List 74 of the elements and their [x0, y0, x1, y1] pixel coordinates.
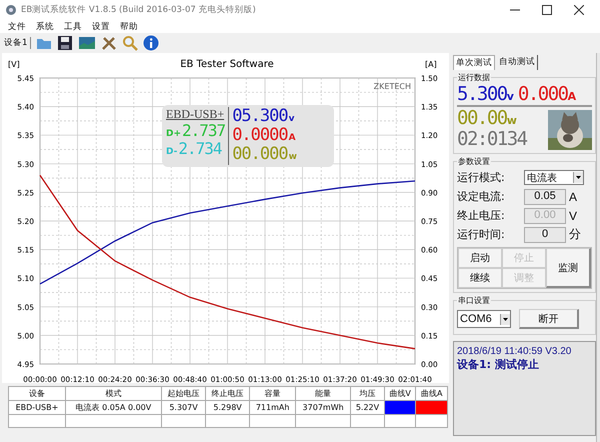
caret-icon — [500, 314, 510, 324]
image-icon[interactable] — [78, 35, 96, 51]
tools-icon[interactable] — [101, 35, 118, 51]
column-header: 设备 — [8, 386, 66, 400]
status-message: 设备1: 测试停止 — [457, 357, 540, 372]
status-line: 2018/6/19 11:40:59 V3.20 — [457, 346, 572, 357]
app-icon — [5, 4, 17, 16]
table-cell: 3707mWh — [296, 400, 351, 414]
column-header: 模式 — [65, 386, 162, 400]
menu-item[interactable]: 文件 — [8, 20, 26, 32]
unit-label: V — [569, 208, 578, 222]
device-label: 设备1 — [4, 37, 32, 49]
axis-unit: [V] — [8, 60, 20, 69]
device-name: EBD-USB+ — [166, 107, 226, 122]
unit-label: A — [568, 90, 576, 103]
tab[interactable]: 单次测试 — [453, 55, 495, 70]
dminus-label: D- — [166, 147, 178, 157]
control-button[interactable]: 继续 — [458, 268, 502, 288]
table-cell: 5.22V — [350, 400, 384, 414]
power-reading: 00.000 — [232, 145, 288, 164]
monitor-button[interactable]: 监测 — [546, 248, 591, 288]
unit-label: A — [569, 190, 578, 204]
unit-label: 分 — [569, 226, 581, 243]
unit-label: A — [288, 133, 296, 143]
menu-item[interactable]: 帮助 — [120, 20, 138, 32]
dplus-label: D+ — [166, 129, 182, 139]
unit-label: v — [506, 90, 514, 103]
port-dropdown[interactable]: COM6 — [457, 310, 511, 328]
caret-icon — [573, 172, 583, 183]
unit-label: w — [288, 152, 297, 162]
field-label: 设定电流: — [457, 189, 506, 204]
dplus-reading: 2.737 — [182, 122, 226, 140]
column-header: 均压 — [350, 386, 384, 400]
unit-label: v — [288, 114, 294, 124]
menu-item[interactable]: 工具 — [64, 20, 82, 32]
field-label: 运行模式: — [457, 170, 506, 185]
group-title: 串口设置 — [457, 295, 491, 306]
window-title: EB测试系统软件 V1.8.5 (Build 2016-03-07 充电头特别版) — [21, 4, 256, 16]
dminus-reading: 2.734 — [178, 140, 222, 158]
table-cell: EBD-USB+ — [8, 400, 66, 414]
group-title: 参数设置 — [457, 156, 491, 167]
input-field[interactable]: 0.05 — [524, 188, 566, 204]
table-cell: 电流表 0.05A 0.00V — [65, 400, 162, 414]
chart-title: EB Tester Software — [180, 59, 274, 70]
voltage-reading: 05.300 — [232, 107, 288, 126]
current-reading: 0.0000 — [232, 126, 288, 145]
maximize-icon[interactable] — [542, 5, 552, 15]
group-title: 运行数据 — [457, 72, 491, 83]
column-header: 起始电压 — [161, 386, 206, 400]
elapsed-time: 02:0134 — [457, 128, 527, 150]
voltage-reading: 5.300 — [457, 84, 507, 105]
axis-unit: [A] — [425, 60, 437, 69]
field-label: 运行时间: — [457, 227, 506, 242]
menu-item[interactable]: 系统 — [36, 20, 54, 32]
power-reading: 00.00 — [457, 108, 507, 129]
brand-label: ZKETECH — [374, 82, 411, 91]
field-label: 终止电压: — [457, 208, 506, 223]
current-reading: 0.000 — [518, 84, 568, 105]
menu-item[interactable]: 设置 — [92, 20, 110, 32]
info-icon[interactable] — [143, 35, 160, 51]
disconnect-button[interactable]: 断开 — [519, 309, 579, 329]
column-header: 容量 — [250, 386, 296, 400]
input-field[interactable]: 0 — [524, 226, 566, 242]
save-icon[interactable] — [57, 35, 74, 51]
table-cell: 5.298V — [206, 400, 250, 414]
table-cell: 711mAh — [250, 400, 296, 414]
column-header: 能量 — [296, 386, 351, 400]
mode-dropdown[interactable]: 电流表 — [524, 170, 584, 185]
column-header: 终止电压 — [206, 386, 250, 400]
table-cell: 5.307V — [161, 400, 206, 414]
control-button[interactable]: 启动 — [458, 248, 502, 268]
close-icon[interactable] — [574, 5, 584, 15]
unit-label: w — [506, 114, 517, 127]
tab[interactable]: 自动测试 — [497, 55, 538, 70]
